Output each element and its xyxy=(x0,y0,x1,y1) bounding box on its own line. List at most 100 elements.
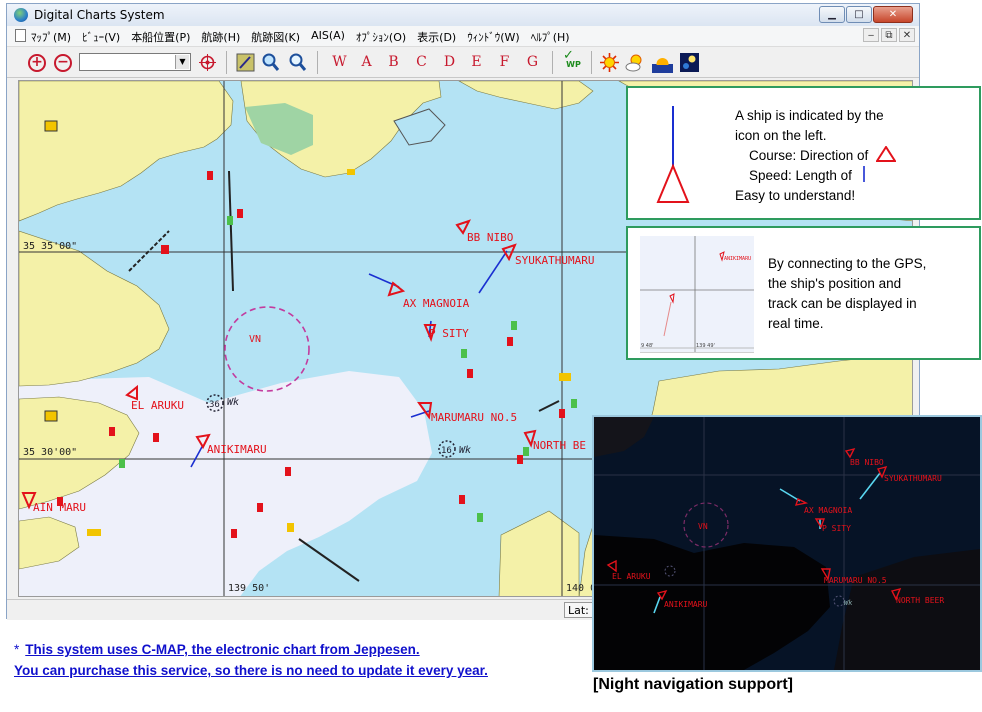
route-d-button[interactable]: D xyxy=(439,52,460,73)
footnote-line-1[interactable]: This system uses C-MAP, the electronic c… xyxy=(25,642,419,657)
footnote: * This system uses C-MAP, the electronic … xyxy=(14,639,488,681)
ship-label-anikimaru: ANIKIMARU xyxy=(207,443,267,456)
zoom-in-button[interactable]: + xyxy=(28,54,46,72)
panel2-line-1: By connecting to the GPS, xyxy=(768,256,927,271)
chart-pencil-icon xyxy=(236,53,255,72)
close-button[interactable]: ✕ xyxy=(873,6,913,23)
route-f-button[interactable]: F xyxy=(494,52,515,73)
night-ship-label: SYUKATHUMARU xyxy=(884,474,942,483)
magnifier-area-icon xyxy=(289,53,307,71)
chart-select-button[interactable] xyxy=(235,52,256,73)
route-g-button[interactable]: G xyxy=(522,52,543,73)
globe-icon xyxy=(14,8,28,22)
gps-track-inset: ANIKIMARU 9 48' 139 49' xyxy=(640,236,754,353)
red-triangle-icon xyxy=(875,145,897,162)
panel2-line-2: the ship's position and xyxy=(768,276,902,291)
night-icon xyxy=(680,53,699,72)
inset-lon-label: 9 48' xyxy=(641,343,654,349)
route-b-button[interactable]: B xyxy=(383,52,404,73)
night-ship-label: BB NIBO xyxy=(850,458,884,467)
sun-cloud-icon xyxy=(625,54,642,72)
night-ship-label: ANIKIMARU xyxy=(664,600,708,609)
maximize-button[interactable]: □ xyxy=(846,6,872,23)
gps-explanation-panel: ANIKIMARU 9 48' 139 49' By connecting to… xyxy=(626,226,981,360)
footnote-line-2[interactable]: You can purchase this service, so there … xyxy=(14,663,488,678)
crosshair-icon xyxy=(199,54,216,71)
ship-symbol-legend-icon xyxy=(656,106,690,203)
window-title: Digital Charts System xyxy=(34,8,165,22)
ship-label-ain-maru: AIN MARU xyxy=(33,501,86,514)
menu-ship-position[interactable]: 本船位置(P) xyxy=(131,29,190,45)
chevron-down-icon[interactable]: ▼ xyxy=(175,55,189,69)
ship-label-ax-magnoia: AX MAGNOIA xyxy=(403,297,470,310)
title-bar[interactable]: Digital Charts System ▁ □ ✕ xyxy=(7,4,919,26)
sun-icon xyxy=(600,53,619,72)
menu-track[interactable]: 航跡(H) xyxy=(201,29,240,45)
magnify-area-button[interactable] xyxy=(287,52,308,73)
panel1-line-2: icon on the left. xyxy=(735,128,827,143)
panel1-line-1: A ship is indicated by the xyxy=(735,108,884,123)
route-c-button[interactable]: C xyxy=(411,52,432,73)
dusk-mode-button[interactable] xyxy=(652,52,673,73)
document-icon[interactable] xyxy=(15,29,26,42)
mdi-close-button[interactable]: ✕ xyxy=(899,28,915,42)
panel2-line-3: track can be displayed in xyxy=(768,296,917,311)
crosshair-button[interactable] xyxy=(197,52,218,73)
ship-label-el-aruku: EL ARUKU xyxy=(131,399,184,412)
lat-label-35-35: 35 35'00" xyxy=(23,241,77,252)
ship-label-syukathumaru: SYUKATHUMARU xyxy=(515,254,594,267)
menu-ais[interactable]: AIS(A) xyxy=(311,29,345,45)
menu-view[interactable]: ﾋﾞｭｰ(V) xyxy=(82,29,120,45)
zoom-out-button[interactable]: − xyxy=(54,54,72,72)
sunset-icon xyxy=(652,58,673,73)
night-mode-chart: VN Wk BB NIBO SYUKATHUMARU AX MAGNOIA P … xyxy=(592,415,982,672)
menu-track-chart[interactable]: 航跡図(K) xyxy=(251,29,300,45)
night-ship-label: P SITY xyxy=(822,524,851,533)
inset-ship-label: ANIKIMARU xyxy=(724,256,751,262)
toolbar: + − ▼ W A B C D E F G ✓ WP xyxy=(7,47,919,78)
minimize-button[interactable]: ▁ xyxy=(819,6,845,23)
night-caption: [Night navigation support] xyxy=(593,676,793,693)
menu-bar: ﾏｯﾌﾟ(M) ﾋﾞｭｰ(V) 本船位置(P) 航跡(H) 航跡図(K) AIS… xyxy=(7,26,919,47)
lon-label-139-50: 139 50' xyxy=(228,583,270,594)
mdi-minimize-button[interactable]: ‒ xyxy=(863,28,879,42)
panel1-line-4: Speed: Length of xyxy=(749,168,852,183)
menu-display[interactable]: 表示(D) xyxy=(417,29,456,45)
night-ship-label: EL ARUKU xyxy=(612,572,651,581)
night-mode-button[interactable] xyxy=(679,52,700,73)
day-mode-button[interactable] xyxy=(599,52,620,73)
magnifier-icon xyxy=(262,53,280,71)
night-zone-label: VN xyxy=(698,522,708,531)
ship-label-north-be: NORTH BE xyxy=(533,439,586,452)
ship-label-marumaru: MARUMARU NO.5 xyxy=(431,411,517,424)
blue-line-icon xyxy=(862,166,865,182)
lat-label-35-30: 35 30'00" xyxy=(23,447,77,458)
menu-map[interactable]: ﾏｯﾌﾟ(M) xyxy=(31,29,71,45)
panel2-line-4: real time. xyxy=(768,316,824,331)
mdi-restore-button[interactable]: ⧉ xyxy=(881,28,897,42)
waypoint-button[interactable]: ✓ WP xyxy=(560,48,581,73)
menu-options[interactable]: ｵﾌﾟｼｮﾝ(O) xyxy=(356,29,406,45)
wreck-label: Wk xyxy=(227,397,239,408)
magnify-button[interactable] xyxy=(260,52,281,73)
ship-icon-explanation-panel: A ship is indicated by the icon on the l… xyxy=(626,86,981,220)
night-ship-label: NORTH BEER xyxy=(896,596,944,605)
route-w-button[interactable]: W xyxy=(329,52,350,73)
depth-label: 16 xyxy=(441,446,452,456)
menu-window[interactable]: ｳｨﾝﾄﾞｳ(W) xyxy=(467,29,519,45)
route-a-button[interactable]: A xyxy=(356,52,377,73)
panel1-line-3: Course: Direction of xyxy=(749,148,869,163)
ship-label-bb-nibo: BB NIBO xyxy=(467,231,513,244)
night-wreck-label: Wk xyxy=(844,599,853,607)
inset-lon-label: 139 49' xyxy=(696,343,715,349)
zone-label: VN xyxy=(249,334,261,345)
cloudy-mode-button[interactable] xyxy=(625,52,646,73)
night-ship-label: MARUMARU NO.5 xyxy=(824,576,887,585)
depth-label: 36 xyxy=(209,400,220,410)
footnote-star: * xyxy=(14,642,20,657)
scale-combo[interactable]: ▼ xyxy=(79,53,191,71)
route-e-button[interactable]: E xyxy=(466,52,487,73)
wreck-label: Wk xyxy=(459,445,471,456)
ship-label-p-sity: P SITY xyxy=(429,327,469,340)
panel1-line-5: Easy to understand! xyxy=(735,188,856,203)
